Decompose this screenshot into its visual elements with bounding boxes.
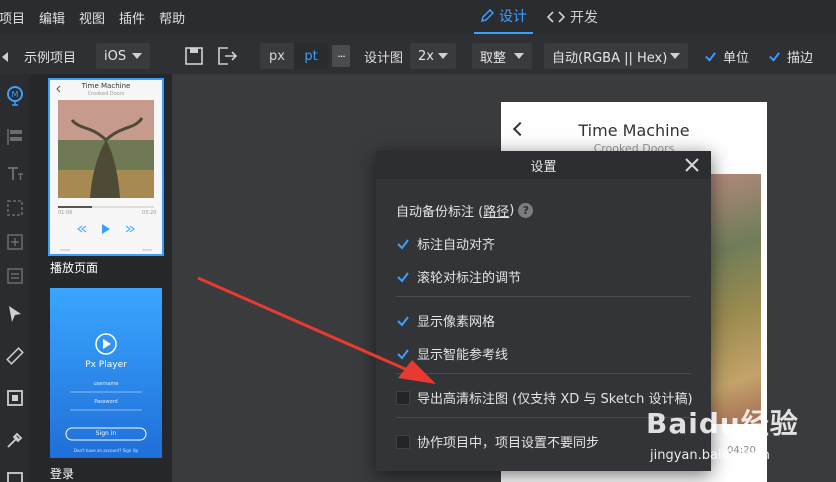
collapse-arrow-icon[interactable] xyxy=(2,52,8,62)
checkmark-icon xyxy=(705,51,716,62)
auto-backup-row: 自动备份标注 ( 路径 ) ? xyxy=(396,201,534,220)
artboard-thumb-player[interactable]: Time Machine Crooked Doors 01:06 03:20 xyxy=(48,78,164,256)
cursor-icon[interactable] xyxy=(5,304,25,324)
color-format-value: 自动(RGBA || Hex) xyxy=(552,50,668,66)
tab-develop-label: 开发 xyxy=(570,10,598,26)
stroke-checkbox-label: 描边 xyxy=(787,50,814,66)
ruler-icon[interactable] xyxy=(5,346,25,366)
settings-title: 设置 xyxy=(530,159,557,175)
backup-prefix: 自动备份标注 ( xyxy=(396,205,484,220)
unit-pt-button[interactable]: pt xyxy=(294,43,328,69)
checkmark-icon xyxy=(397,271,409,283)
option-smart-guides-label: 显示智能参考线 xyxy=(417,348,509,363)
list-box-icon[interactable] xyxy=(5,266,25,286)
eyedropper-icon[interactable] xyxy=(5,430,25,450)
close-icon[interactable] xyxy=(683,156,701,174)
unchecked-box[interactable] xyxy=(396,434,410,449)
scale-value: 2x xyxy=(418,48,434,64)
watermark-url: jingyan.baidu.com xyxy=(650,448,770,463)
menubar: 项目 编辑 视图 插件 帮助 设计 开发 xyxy=(0,0,836,34)
pen-icon xyxy=(480,9,494,23)
marquee-icon[interactable] xyxy=(5,198,25,218)
thumb2-app-name: Px Player xyxy=(85,360,127,370)
artboard-title: Time Machine xyxy=(578,121,690,140)
frame-icon[interactable] xyxy=(5,470,25,482)
unit-toggle: px pt xyxy=(260,43,328,69)
tab-design[interactable]: 设计 xyxy=(474,0,533,34)
artboard-list: Time Machine Crooked Doors 01:06 03:20 播… xyxy=(30,74,172,482)
rounding-value: 取整 xyxy=(480,50,507,66)
backup-suffix: ) xyxy=(509,203,515,218)
color-format-select[interactable]: 自动(RGBA || Hex) xyxy=(544,43,688,69)
settings-header: 设置 xyxy=(376,151,711,179)
option-auto-align-label: 标注自动对齐 xyxy=(417,238,496,253)
thumb1-subtitle: Crooked Doors xyxy=(87,91,125,97)
thumb2-signin: Sign in xyxy=(95,430,117,437)
divider xyxy=(396,296,691,297)
thumb1-time-left: 01:06 xyxy=(58,210,73,216)
svg-text:M: M xyxy=(12,90,19,99)
mode-tabs: 设计 开发 xyxy=(474,0,612,34)
divider xyxy=(396,373,691,374)
text-tool-icon[interactable] xyxy=(5,164,25,184)
platform-select[interactable]: iOS xyxy=(96,43,150,69)
checkmark-icon xyxy=(397,315,409,327)
option-smart-guides[interactable]: 显示智能参考线 xyxy=(396,344,508,363)
thumb2-footer: Don't have an account? Sign Up xyxy=(73,448,139,453)
checkmark-icon xyxy=(769,51,780,62)
thumb2-password: Password xyxy=(94,399,118,405)
export-icon[interactable] xyxy=(216,46,238,66)
slice-icon[interactable] xyxy=(5,388,25,408)
chevron-down-icon xyxy=(438,53,448,59)
chevron-down-icon xyxy=(670,53,680,59)
thumb1-time-right: 03:20 xyxy=(142,210,157,216)
toolbar: 示例项目 iOS px pt ··· 设计图 2x 取整 自动(RGBA || … xyxy=(0,38,836,74)
option-no-sync-label: 协作项目中，项目设置不要同步 xyxy=(417,436,600,451)
backup-path-link[interactable]: 路径 xyxy=(483,201,509,220)
baidu-watermark: Baidu经验 jingyan.baidu.com xyxy=(640,396,830,476)
thumb1-title: Time Machine xyxy=(81,82,131,90)
artboard-label-player: 播放页面 xyxy=(50,261,99,275)
tab-design-label: 设计 xyxy=(499,9,527,25)
unchecked-box[interactable] xyxy=(396,390,410,405)
stroke-checkbox[interactable]: 描边 xyxy=(768,38,813,74)
project-name[interactable]: 示例项目 xyxy=(24,47,76,66)
chevron-down-icon xyxy=(132,53,142,59)
option-auto-align[interactable]: 标注自动对齐 xyxy=(396,234,495,253)
help-icon[interactable]: ? xyxy=(518,203,534,218)
menu-edit[interactable]: 编辑 xyxy=(32,8,72,27)
more-units-button[interactable]: ··· xyxy=(332,45,350,67)
artboard-label-login: 登录 xyxy=(50,467,75,481)
checkmark-icon xyxy=(397,238,409,250)
menu-plugins[interactable]: 插件 xyxy=(112,8,152,27)
unit-checkbox-label: 单位 xyxy=(723,50,750,66)
option-no-sync[interactable]: 协作项目中，项目设置不要同步 xyxy=(396,432,599,451)
tab-develop[interactable]: 开发 xyxy=(541,0,604,34)
option-pixel-grid-label: 显示像素网格 xyxy=(417,315,496,330)
artboard-thumb-login[interactable]: Px Player username Password Sign in Don'… xyxy=(50,288,162,458)
watermark-brand: Baidu经验 xyxy=(646,407,799,440)
save-icon[interactable] xyxy=(184,46,204,66)
unit-checkbox[interactable]: 单位 xyxy=(704,38,749,74)
menu-project[interactable]: 项目 xyxy=(0,8,32,27)
option-scroll-adjust-label: 滚轮对标注的调节 xyxy=(417,271,522,286)
align-icon[interactable] xyxy=(5,127,25,147)
menu-view[interactable]: 视图 xyxy=(72,8,112,27)
chevron-down-icon xyxy=(514,53,524,59)
tool-rail: M xyxy=(0,74,30,482)
thumb2-username: username xyxy=(93,381,119,387)
code-icon xyxy=(547,11,565,23)
scale-select[interactable]: 2x xyxy=(410,43,456,69)
unit-px-button[interactable]: px xyxy=(260,43,294,69)
markman-logo-icon[interactable]: M xyxy=(5,86,25,106)
player-thumbnail-image xyxy=(50,80,162,254)
rounding-select[interactable]: 取整 xyxy=(472,43,532,69)
checkmark-icon xyxy=(397,348,409,360)
platform-value: iOS xyxy=(104,48,127,64)
option-pixel-grid[interactable]: 显示像素网格 xyxy=(396,311,495,330)
crosshair-box-icon[interactable] xyxy=(5,232,25,252)
design-label: 设计图 xyxy=(364,51,404,66)
menu-help[interactable]: 帮助 xyxy=(152,8,192,27)
option-scroll-adjust[interactable]: 滚轮对标注的调节 xyxy=(396,267,521,286)
